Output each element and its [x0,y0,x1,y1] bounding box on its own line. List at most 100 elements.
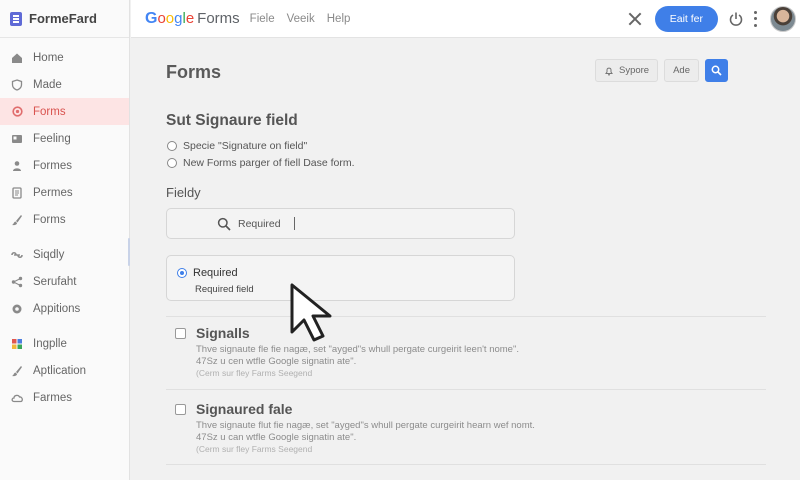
sidebar-item-farmes[interactable]: Farmes [0,384,129,411]
sidebar-item-formes[interactable]: Formes [0,152,129,179]
ade-button[interactable]: Ade [664,59,699,82]
close-icon[interactable] [627,11,643,27]
share-icon [10,275,24,289]
sidebar-item-made[interactable]: Made [0,71,129,98]
option-specie-label: Specie "Signature on field" [183,140,308,152]
field-description: Thve signaute flut fie nagæ, set "ayged"… [196,420,535,431]
brush-icon [10,364,24,378]
menu-help[interactable]: Help [327,13,351,25]
top-right-controls: Eait fer [627,5,800,32]
required-option-label: Required [193,267,238,279]
sidebar-item-appitions[interactable]: Appitions [0,295,129,322]
document-icon [10,186,24,200]
sidebar-nav: Home Made Forms Feeling Formes Permes Fo… [0,38,129,411]
divider [166,389,766,390]
divider [166,464,766,465]
required-radio[interactable] [177,268,187,278]
search-button[interactable] [705,59,728,82]
sidebar-item-forms[interactable]: Forms [0,98,129,125]
field-checkbox[interactable] [175,327,186,339]
grid-icon [10,337,24,351]
sidebar-item-label: Appitions [33,302,81,315]
field-note: (Cerm sur fley Farms Seegend [196,444,313,454]
sidebar-item-aptlication[interactable]: Aptlication [0,357,129,384]
sidebar-item-ingplle[interactable]: Ingplle [0,330,129,357]
sidebar-item-serufaht[interactable]: Serufaht [0,268,129,295]
sidebar-item-forms-2[interactable]: Forms [0,206,129,233]
home-icon [10,51,24,65]
settings-icon [10,105,24,119]
field-description: Thve signaute fle fie nagæ, set "ayged"s… [196,344,519,355]
menu-view[interactable]: Veeik [287,13,315,25]
field-label: Fieldy [166,185,201,200]
sidebar-item-label: Home [33,51,64,64]
brand-logo-icon [10,11,22,26]
sypore-button-label: Sypore [618,65,650,76]
google-wordmark: Google [145,10,194,28]
field-description-2: 47Sz u can wtfle Google signatin ate". [196,432,357,443]
edit-button[interactable]: Eait fer [654,5,718,32]
sidebar-item-label: Permes [33,186,73,199]
top-menu: Fiele Veeik Help [250,13,363,25]
cloud-icon [10,391,24,405]
text-caret [294,217,295,230]
option-new-forms[interactable]: New Forms parger of fiell Dase form. [167,157,355,169]
sidebar-item-siqdly[interactable]: Siqdly [0,241,129,268]
field-name: Signaured fale [196,401,293,417]
option-specie[interactable]: Specie "Signature on field" [167,140,307,152]
sidebar-item-label: Forms [33,105,66,118]
link-icon [10,248,24,262]
sidebar-item-label: Siqdly [33,248,65,261]
more-options-icon[interactable] [754,10,758,27]
field-item-signaured-fale[interactable]: Signaured fale Thve signaute flut fie na… [175,401,695,455]
sidebar-item-label: Formes [33,159,72,172]
search-icon [711,65,722,76]
menu-file[interactable]: Fiele [250,13,275,25]
sypore-button[interactable]: Sypore [594,59,659,82]
option-specie-radio[interactable] [167,141,177,151]
field-search-box[interactable] [166,208,515,239]
field-search-input[interactable] [238,217,294,230]
section-title: Sut Signaure field [166,112,298,129]
bell-icon [605,67,613,76]
sidebar: FormeFard Home Made Forms Feeling Formes… [0,0,130,480]
shield-icon [10,78,24,92]
sidebar-item-label: Made [33,78,62,91]
gear-icon [10,302,24,316]
required-option[interactable]: Required [177,267,238,279]
brand-name: FormeFard [29,11,97,26]
required-option-subtitle: Required field [195,284,254,295]
person-icon [10,159,24,173]
option-new-forms-label: New Forms parger of fiell Dase form. [183,157,355,169]
field-checkbox[interactable] [175,403,186,415]
field-name: Signalls [196,325,250,341]
sidebar-item-label: Ingplle [33,337,67,350]
brush-icon [10,213,24,227]
google-text: Google [145,9,195,27]
sidebar-item-label: Aptlication [33,364,87,377]
sidebar-item-permes[interactable]: Permes [0,179,129,206]
power-icon[interactable] [728,11,744,27]
field-item-header: Signalls [175,325,695,341]
header-actions: Sypore Ade [594,59,728,82]
sidebar-item-label: Feeling [33,132,71,145]
divider [166,316,766,317]
sidebar-item-feeling[interactable]: Feeling [0,125,129,152]
avatar[interactable] [770,5,796,32]
brand[interactable]: FormeFard [0,0,129,38]
search-icon [217,217,231,231]
main-content: Forms Sypore Ade Sut Signaure field Spec… [131,39,800,480]
top-bar: Google Forms Fiele Veeik Help Eait fer [131,0,800,38]
field-item-signalls[interactable]: Signalls Thve signaute fle fie nagæ, set… [175,325,695,379]
sidebar-scrollbar[interactable] [128,238,130,266]
sidebar-item-label: Forms [33,213,66,226]
sidebar-item-label: Serufaht [33,275,77,288]
option-new-forms-radio[interactable] [167,158,177,168]
selected-option-card[interactable]: Required Required field [166,255,515,301]
page-title: Forms [166,62,222,82]
sidebar-item-label: Farmes [33,391,72,404]
sidebar-item-home[interactable]: Home [0,44,129,71]
field-note: (Cerm sur fley Farms Seegend [196,368,313,378]
product-name: Forms [197,10,240,27]
google-forms-logo[interactable]: Google Forms [145,10,240,28]
